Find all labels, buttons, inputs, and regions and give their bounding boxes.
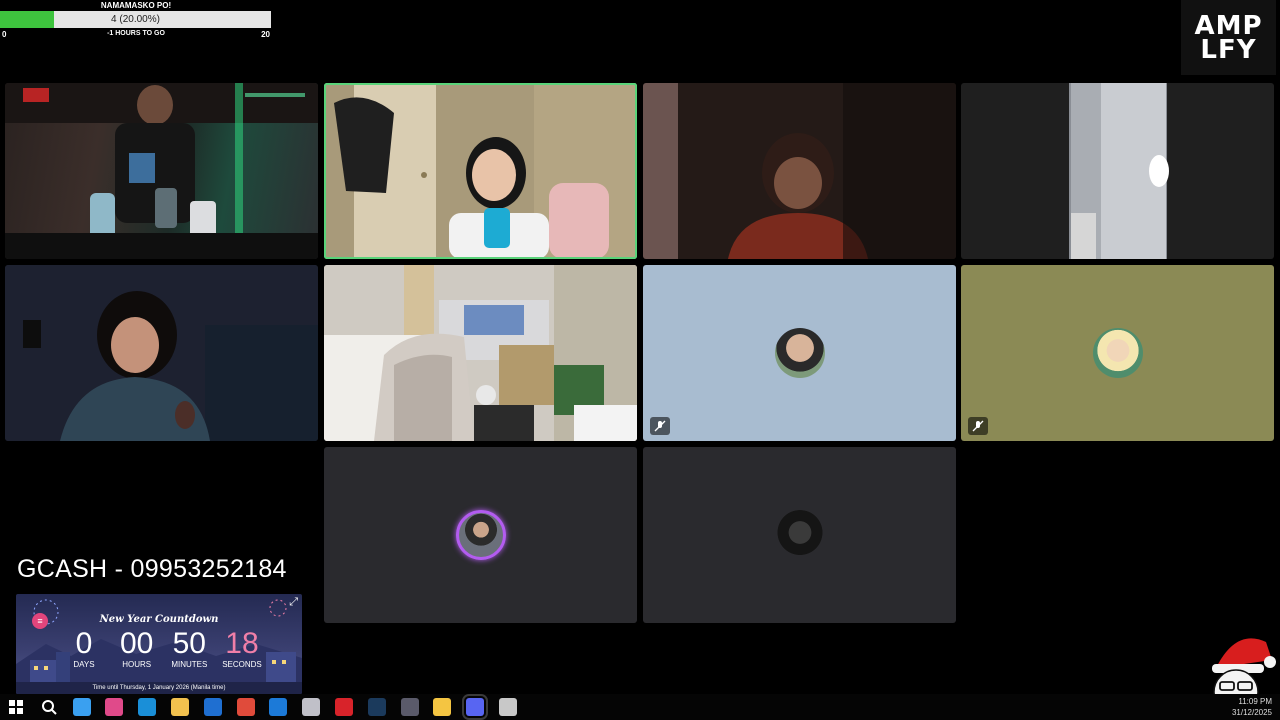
amplfy-logo: AMP LFY [1181,0,1276,75]
steam-icon[interactable] [367,698,386,716]
countdown-units: 0 DAYS 00 HOURS 50 MINUTES 18 SECONDS [58,628,268,670]
minutes-label: MINUTES [171,660,208,669]
logo-line-1: AMP [1194,10,1263,41]
video-feed [5,265,318,441]
logo-line-2: LFY [1200,34,1257,65]
goal-widget: NAMAMASKO PO! 4 (20.00%) 0 -1 HOURS TO G… [0,0,272,40]
store-icon[interactable] [269,698,288,716]
hours-label: HOURS [122,660,152,669]
goal-subtitle: -1 HOURS TO GO [107,30,165,37]
mic-muted-icon [650,417,670,435]
app-icon[interactable] [302,698,321,716]
edge-icon[interactable] [138,698,157,716]
video-tile-6[interactable] [324,265,637,441]
m365-icon[interactable] [105,698,124,716]
avatar-tile-1[interactable] [643,265,956,441]
avatar-tile-3[interactable] [324,447,637,623]
video-feed [643,83,956,259]
countdown-minutes: 50 MINUTES [163,628,215,670]
minutes-value: 50 [172,627,206,660]
video-feed [324,265,637,441]
avatar-tile-2[interactable] [961,265,1274,441]
participant-avatar [774,510,825,560]
countdown-title: New Year Countdown [99,614,219,625]
days-value: 0 [75,627,93,660]
new-year-countdown-widget: ≡ ⤢ New Year Countdown 0 DAYS 00 HOURS 5… [16,594,302,694]
participant-avatar [774,328,825,378]
video-feed [324,83,637,259]
hours-value: 00 [119,627,154,660]
goal-progress-bar: 4 (20.00%) [0,11,271,28]
clock-time: 11:09 PM [1238,697,1272,706]
app-icon-2[interactable] [400,698,419,716]
days-label: DAYS [73,660,95,669]
discord-icon[interactable] [462,694,489,720]
outlook-icon[interactable] [203,698,222,716]
video-tile-3[interactable] [643,83,956,259]
chrome-icon[interactable] [236,698,255,716]
notes-icon[interactable] [433,698,452,716]
copilot-icon[interactable] [72,698,91,716]
video-tile-4[interactable] [961,83,1274,259]
goal-progress-text: 4 (20.00%) [111,14,160,25]
video-feed [1069,83,1169,259]
goal-title: NAMAMASKO PO! [100,1,172,10]
obs-icon[interactable] [499,698,517,716]
video-tile-5[interactable] [5,265,318,441]
taskbar-clock[interactable]: 11:09 PM 31/12/2025 [1232,696,1272,718]
countdown-footer: Time until Thursday, 1 January 2026 (Man… [92,685,226,691]
countdown-days: 0 DAYS [58,628,110,670]
countdown-seconds: 18 SECONDS [216,628,268,670]
video-tile-1[interactable] [5,83,318,259]
file-explorer-icon[interactable] [171,698,189,716]
clock-date: 31/12/2025 [1231,708,1272,717]
countdown-hours: 00 HOURS [111,628,163,670]
search-icon[interactable] [40,698,58,716]
video-feed [5,83,318,259]
avatar-tile-4[interactable] [643,447,956,623]
goal-max: 20 [261,30,270,39]
taskbar: 11:09 PM 31/12/2025 [0,694,1280,720]
participant-avatar [1092,328,1143,378]
video-tile-2[interactable] [324,83,637,259]
expand-icon[interactable]: ⤢ [289,596,298,609]
seconds-label: SECONDS [222,660,262,669]
gcash-text: GCASH - 09953252184 [17,555,287,583]
mic-muted-icon [968,417,988,435]
participant-avatar [455,510,506,560]
vmix-icon[interactable] [335,698,353,716]
seconds-value: 18 [225,627,259,660]
windows-start-icon[interactable] [7,698,25,716]
